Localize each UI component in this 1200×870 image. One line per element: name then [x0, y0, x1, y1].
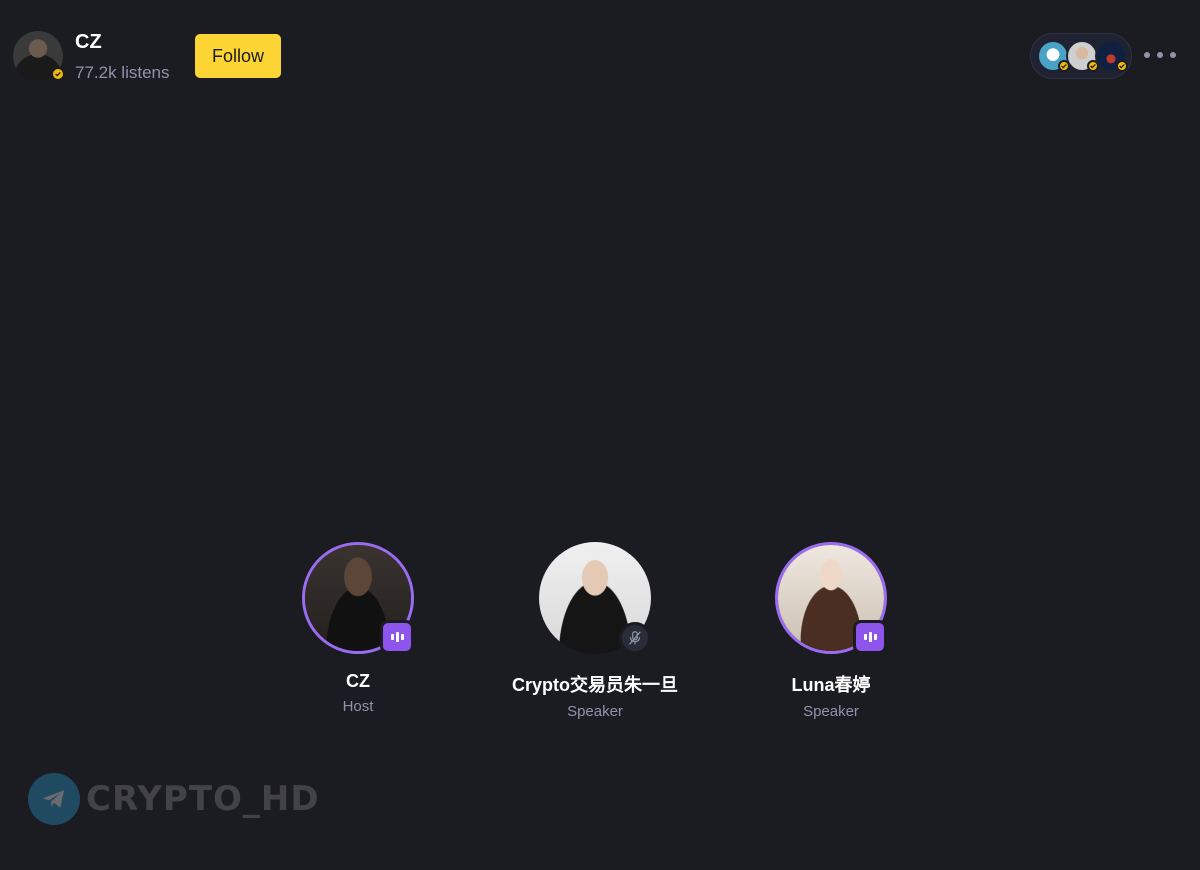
verified-badge-icon — [1116, 60, 1128, 72]
sound-wave-icon — [380, 620, 414, 654]
speaker-avatar[interactable] — [539, 542, 651, 654]
speaker-avatar[interactable] — [302, 542, 414, 654]
listener-avatar — [1037, 40, 1070, 72]
verified-badge-icon — [51, 67, 65, 81]
listener-avatar — [1095, 40, 1128, 72]
speaker-card[interactable]: Luna春婷 Speaker — [731, 542, 931, 720]
speaker-name: CZ — [346, 671, 370, 691]
more-dot — [1157, 52, 1163, 58]
speaker-role: Speaker — [567, 703, 623, 720]
host-name[interactable]: CZ — [75, 31, 102, 54]
host-avatar[interactable] — [13, 31, 65, 81]
speaker-role: Host — [342, 698, 374, 715]
telegram-icon — [28, 773, 80, 825]
watermark-text: CRYPTO_HD — [86, 779, 320, 819]
listener-avatar — [1066, 40, 1099, 72]
more-dot — [1170, 52, 1176, 58]
more-dot — [1144, 52, 1150, 58]
listen-count: 77.2k listens — [75, 63, 170, 82]
listener-avatars[interactable] — [1030, 33, 1132, 79]
mic-off-icon — [619, 622, 651, 654]
watermark: CRYPTO_HD — [28, 773, 320, 825]
more-icon[interactable] — [1144, 45, 1176, 65]
speaker-name: Luna春婷 — [791, 675, 871, 695]
speaker-card[interactable]: CZ Host — [258, 542, 458, 715]
sound-wave-icon — [853, 620, 887, 654]
speaker-avatar[interactable] — [775, 542, 887, 654]
speaker-card[interactable]: Crypto交易员朱一旦 Speaker — [495, 542, 695, 720]
speaker-role: Speaker — [803, 703, 859, 720]
speaker-name: Crypto交易员朱一旦 — [512, 675, 678, 695]
follow-button[interactable]: Follow — [195, 34, 281, 78]
